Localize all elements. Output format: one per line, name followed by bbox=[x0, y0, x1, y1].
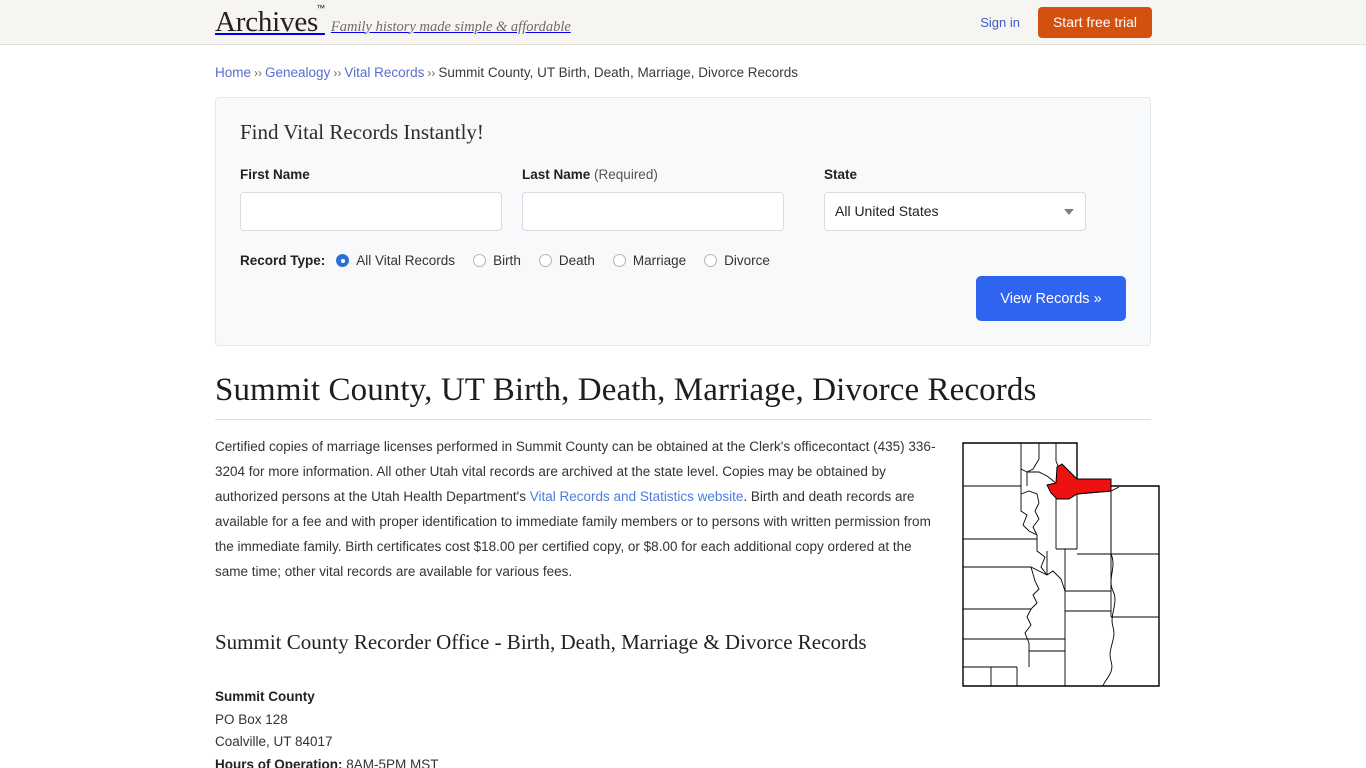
radio-label: Birth bbox=[493, 253, 521, 268]
search-panel-title: Find Vital Records Instantly! bbox=[240, 120, 484, 144]
first-name-input[interactable] bbox=[240, 192, 502, 231]
utah-map-svg bbox=[962, 442, 1160, 687]
first-name-field-group: First Name bbox=[240, 167, 502, 231]
view-records-button[interactable]: View Records » bbox=[976, 276, 1126, 321]
radio-label: All Vital Records bbox=[356, 253, 456, 268]
body-column: Certified copies of marriage licenses pe… bbox=[215, 434, 942, 768]
logo-wordmark: Archives™ bbox=[215, 2, 325, 38]
radio-icon bbox=[336, 254, 350, 267]
breadcrumb-separator: ›› bbox=[333, 66, 342, 80]
breadcrumb-item-current: Summit County, UT Birth, Death, Marriage… bbox=[438, 65, 798, 80]
address-city-state-zip: Coalville, UT 84017 bbox=[215, 734, 333, 749]
title-divider bbox=[215, 419, 1151, 420]
radio-label: Marriage bbox=[632, 253, 687, 268]
breadcrumb-item-genealogy[interactable]: Genealogy bbox=[265, 65, 330, 80]
header-actions: Sign in Start free trial bbox=[980, 0, 1152, 44]
state-field-group: State All United States bbox=[824, 167, 1086, 231]
radio-divorce[interactable]: Divorce bbox=[704, 253, 770, 268]
hours-label: Hours of Operation: bbox=[215, 756, 343, 768]
sign-in-link[interactable]: Sign in bbox=[980, 15, 1020, 30]
radio-icon bbox=[473, 254, 487, 267]
radio-icon bbox=[538, 254, 552, 267]
vital-records-statistics-link[interactable]: Vital Records and Statistics website bbox=[530, 489, 744, 504]
last-name-label: Last Name (Required) bbox=[522, 167, 784, 183]
radio-label: Death bbox=[558, 253, 595, 268]
last-name-required-note: (Required) bbox=[594, 167, 658, 182]
page-title: Summit County, UT Birth, Death, Marriage… bbox=[215, 372, 1037, 408]
vital-records-search-panel: Find Vital Records Instantly! First Name… bbox=[215, 97, 1151, 346]
recorder-office-heading: Summit County Recorder Office - Birth, D… bbox=[215, 630, 867, 654]
utah-county-map bbox=[961, 439, 1161, 689]
last-name-label-text: Last Name bbox=[522, 167, 591, 182]
address-po-box: PO Box 128 bbox=[215, 711, 288, 727]
hours-value: 8AM-5PM MST bbox=[346, 756, 439, 768]
radio-icon bbox=[612, 254, 626, 267]
radio-birth[interactable]: Birth bbox=[473, 253, 521, 268]
intro-paragraph: Certified copies of marriage licenses pe… bbox=[215, 434, 942, 584]
first-name-label: First Name bbox=[240, 167, 310, 182]
header-inner: Archives™ Family history made simple & a… bbox=[215, 0, 1152, 44]
state-select-wrapper: All United States bbox=[824, 192, 1086, 231]
radio-icon bbox=[704, 254, 718, 267]
county-address-block: Summit County PO Box 128 Coalville, UT 8… bbox=[215, 686, 942, 768]
state-select[interactable]: All United States bbox=[824, 192, 1086, 231]
radio-death[interactable]: Death bbox=[538, 253, 595, 268]
site-header: Archives™ Family history made simple & a… bbox=[0, 0, 1366, 45]
radio-label: Divorce bbox=[724, 253, 770, 268]
trademark-icon: ™ bbox=[316, 2, 325, 13]
state-label: State bbox=[824, 167, 858, 182]
content-wrap: Certified copies of marriage licenses pe… bbox=[215, 434, 1160, 768]
breadcrumb-separator: ›› bbox=[254, 66, 263, 80]
record-type-label: Record Type: bbox=[240, 253, 326, 268]
page-container: Home ›› Genealogy ›› Vital Records ›› Summit C… bbox=[215, 45, 1160, 768]
logo-tagline: Family history made simple & affordable bbox=[330, 18, 571, 35]
last-name-input[interactable] bbox=[522, 192, 784, 231]
hours-of-operation-line: Hours of Operation: 8AM-5PM MST bbox=[215, 754, 942, 768]
breadcrumb-item-home[interactable]: Home bbox=[215, 65, 251, 80]
last-name-field-group: Last Name (Required) bbox=[522, 167, 784, 231]
start-free-trial-button[interactable]: Start free trial bbox=[1037, 6, 1152, 38]
site-logo[interactable]: Archives™ Family history made simple & a… bbox=[215, 2, 571, 38]
search-fields-row: First Name Last Name (Required) State Al… bbox=[240, 167, 1126, 231]
radio-marriage[interactable]: Marriage bbox=[612, 253, 687, 268]
breadcrumb-separator: ›› bbox=[427, 66, 436, 80]
radio-all-vital-records[interactable]: All Vital Records bbox=[336, 253, 455, 268]
breadcrumb: Home ›› Genealogy ›› Vital Records ›› Summit C… bbox=[215, 45, 1151, 83]
address-county-name: Summit County bbox=[215, 689, 315, 704]
breadcrumb-item-vital-records[interactable]: Vital Records bbox=[344, 65, 424, 80]
record-type-row: Record Type: All Vital Records Birth Dea… bbox=[240, 253, 1126, 268]
